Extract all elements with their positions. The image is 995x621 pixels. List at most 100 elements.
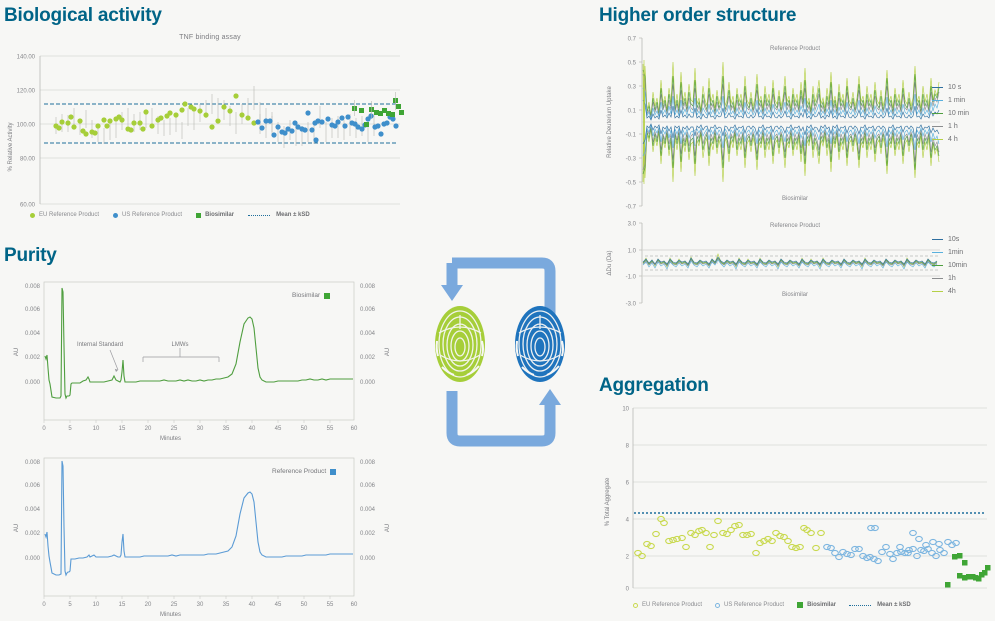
svg-text:% Relative Activity: % Relative Activity [8, 122, 14, 171]
legend-marker-agg-eu-ring [633, 602, 638, 608]
legend-marker-biosimilar-square [196, 212, 202, 218]
svg-text:0.008: 0.008 [25, 460, 41, 466]
legend-item-biosimilar: Biosimilar [196, 212, 234, 218]
legend-label-mean-ksd: Mean ± kSD [276, 212, 310, 218]
legend-marker-eu-dot [30, 212, 35, 218]
legend-marker-mean-dotted-line [248, 214, 271, 216]
svg-text:0.7: 0.7 [628, 37, 637, 43]
page-title-biological-activity: Biological activity [4, 5, 162, 26]
legend-label-hdx-10min: 10 min [948, 110, 970, 117]
legend-marker-ddu-4h-line [932, 291, 943, 292]
legend-marker-hdx-10s-line [932, 87, 943, 88]
legend-item-ddu-10min: 10min [932, 262, 967, 269]
svg-text:0.006: 0.006 [25, 307, 41, 313]
svg-text:AU: AU [385, 348, 391, 356]
svg-text:AU: AU [14, 524, 20, 532]
svg-text:15: 15 [119, 426, 126, 432]
svg-text:20: 20 [145, 602, 152, 608]
svg-text:-3.0: -3.0 [626, 302, 637, 308]
legend-item-purity-reference-product: Reference Product [272, 468, 337, 475]
fingerprint-left-icon [435, 306, 485, 382]
fingerprint-comparison-graphic [420, 255, 595, 455]
svg-text:55: 55 [327, 602, 334, 608]
legend-item-ddu-10s: 10s [932, 236, 967, 243]
svg-text:-0.5: -0.5 [626, 181, 637, 187]
svg-text:0.004: 0.004 [360, 331, 376, 337]
svg-text:3.0: 3.0 [628, 222, 637, 228]
svg-text:0.1: 0.1 [628, 109, 637, 115]
legend-item-agg-eu-reference-product: EU Reference Product [633, 602, 702, 608]
svg-text:100.00: 100.00 [17, 123, 36, 129]
legend-item-hdx-10s: 10 s [932, 84, 969, 91]
panel-biological-activity: Biological activity TNF binding assay 14… [0, 0, 412, 236]
legend-label-hdx-4h: 4 h [948, 136, 958, 143]
svg-text:0.000: 0.000 [360, 380, 376, 386]
page-title-higher-order-structure: Higher order structure [599, 5, 797, 26]
svg-text:Biosimilar: Biosimilar [782, 292, 808, 298]
chart-aggregation: 108 64 20 % Total Aggregate [595, 402, 995, 597]
legend-item-eu-reference-product: EU Reference Product [30, 212, 99, 218]
page-title-purity: Purity [4, 245, 57, 266]
svg-text:120.00: 120.00 [17, 89, 36, 95]
svg-text:-1.0: -1.0 [626, 275, 637, 281]
svg-text:50: 50 [301, 426, 308, 432]
svg-text:0.002: 0.002 [25, 531, 41, 537]
legend-label-ddu-10min: 10min [948, 262, 968, 269]
legend-biological-activity: EU Reference Product US Reference Produc… [30, 212, 310, 218]
svg-text:1.0: 1.0 [628, 249, 637, 255]
legend-label-ddu-1h: 1h [948, 275, 956, 282]
page-title-aggregation: Aggregation [599, 375, 709, 396]
legend-label-ddu-4h: 4h [948, 288, 956, 295]
svg-text:0.004: 0.004 [25, 331, 41, 337]
legend-marker-hdx-1min-line [932, 100, 943, 101]
svg-text:-0.7: -0.7 [626, 205, 637, 211]
svg-text:25: 25 [171, 426, 178, 432]
svg-text:10: 10 [93, 426, 100, 432]
legend-item-agg-us-reference-product: US Reference Product [715, 602, 784, 608]
legend-item-hdx-4h: 4 h [932, 136, 969, 143]
legend-marker-agg-mean-dotted-line [849, 604, 872, 606]
svg-text:40: 40 [249, 602, 256, 608]
svg-text:15: 15 [119, 602, 126, 608]
legend-label-hdx-10s: 10 s [948, 84, 962, 91]
legend-hdx-uptake-list: 10 s 1 min 10 min 1 h 4 h [932, 84, 969, 143]
svg-text:0.002: 0.002 [360, 355, 376, 361]
svg-text:AU: AU [385, 524, 391, 532]
svg-text:-0.3: -0.3 [626, 157, 637, 163]
axis-label-minutes-top: Minutes [160, 436, 182, 442]
legend-item-ddu-1min: 1min [932, 249, 967, 256]
legend-item-purity-biosimilar: Biosimilar [292, 292, 331, 299]
svg-text:LMWs: LMWs [172, 342, 189, 348]
svg-text:Reference Product: Reference Product [770, 223, 820, 229]
legend-marker-purity-reference-square [330, 468, 337, 475]
legend-label-ddu-10s: 10s [948, 236, 960, 243]
legend-label-hdx-1min: 1 min [948, 97, 966, 104]
svg-text:45: 45 [275, 426, 282, 432]
legend-item-ddu-1h: 1h [932, 275, 967, 282]
legend-aggregation: EU Reference Product US Reference Produc… [633, 602, 911, 608]
svg-text:AU: AU [14, 348, 20, 356]
legend-label-ddu-1min: 1min [948, 249, 964, 256]
svg-text:0.008: 0.008 [360, 284, 376, 290]
svg-text:Biosimilar: Biosimilar [782, 196, 808, 202]
svg-text:20: 20 [145, 426, 152, 432]
legend-item-agg-mean-ksd: Mean ± kSD [849, 602, 911, 608]
svg-text:0.5: 0.5 [628, 61, 637, 67]
chart-purity-biosimilar: 0.008 0.006 0.004 0.002 0.000 0.008 0.006 0… [4, 276, 404, 436]
legend-label-agg-biosimilar: Biosimilar [807, 602, 837, 608]
svg-text:60: 60 [351, 426, 358, 432]
legend-item-agg-biosimilar: Biosimilar [797, 602, 836, 608]
chart-biological-activity: 140.00 120.00 100.00 80.00 60.00 % Relat… [0, 42, 412, 222]
svg-text:0.3: 0.3 [628, 85, 637, 91]
axis-label-minutes-bottom: Minutes [160, 612, 182, 618]
legend-marker-agg-biosimilar-square [797, 602, 804, 608]
svg-text:0.000: 0.000 [25, 556, 41, 562]
svg-text:0.000: 0.000 [360, 556, 376, 562]
svg-text:35: 35 [223, 426, 230, 432]
legend-label-agg-us: US Reference Product [724, 602, 785, 608]
legend-item-hdx-1h: 1 h [932, 123, 969, 130]
svg-text:60.00: 60.00 [20, 203, 36, 209]
svg-text:45: 45 [275, 602, 282, 608]
legend-label-eu: EU Reference Product [39, 212, 100, 218]
legend-label-agg-eu: EU Reference Product [642, 602, 703, 608]
